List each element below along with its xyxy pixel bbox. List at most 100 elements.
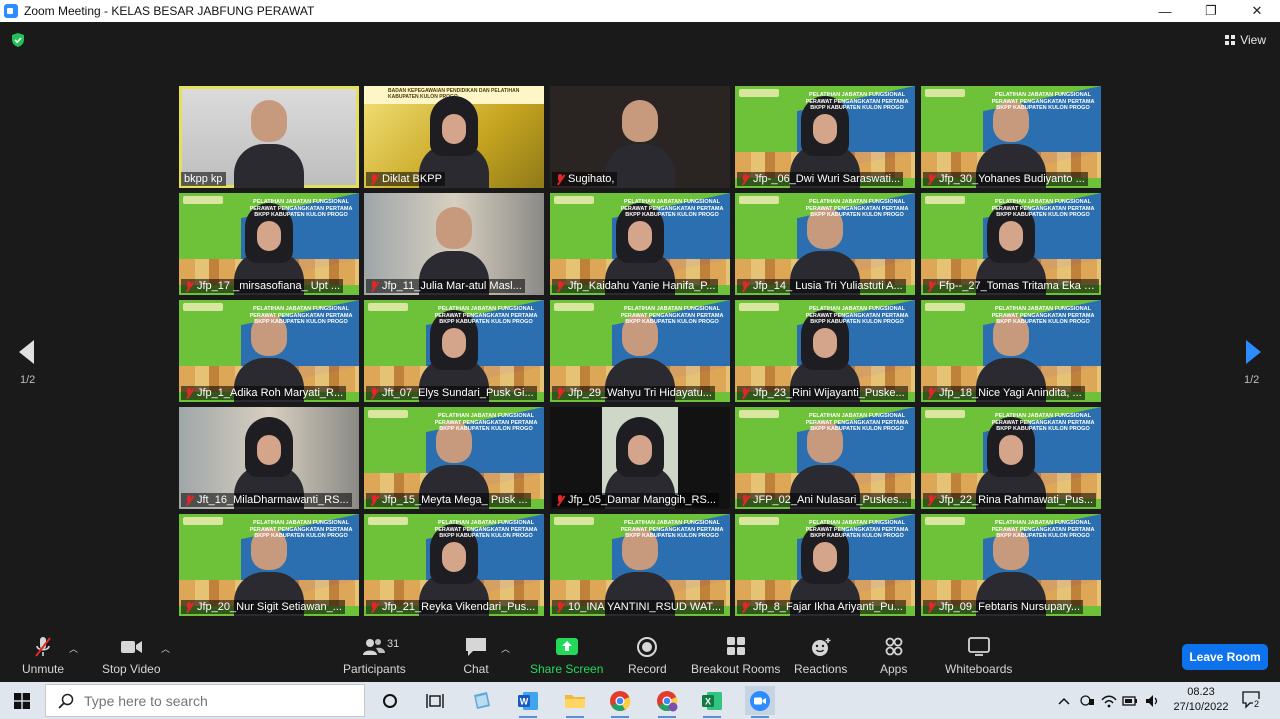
- search-icon: [58, 693, 74, 709]
- show-hidden-icons-chevron-icon[interactable]: [1056, 693, 1072, 709]
- participant-name-tag: Ffp--_27_Tomas Tritama Eka B...: [923, 279, 1099, 293]
- volume-icon[interactable]: [1144, 693, 1160, 709]
- notifications-button[interactable]: 2: [1242, 691, 1262, 709]
- grid-view-icon: [1225, 35, 1236, 45]
- mic-muted-icon: [369, 173, 379, 185]
- event-logo: [368, 410, 408, 418]
- record-button[interactable]: Record: [628, 636, 667, 676]
- banner-text: PELATIHAN JABATAN FUNGSIONAL PERAWAT PEN…: [434, 306, 538, 325]
- share-screen-button[interactable]: Share Screen: [530, 636, 603, 676]
- video-tile[interactable]: Jfp_09_Febtaris Nursupary... PELATIHAN JA…: [921, 514, 1101, 616]
- view-button[interactable]: View: [1225, 33, 1266, 47]
- banner-text: PELATIHAN JABATAN FUNGSIONAL PERAWAT PEN…: [249, 306, 353, 325]
- video-tile[interactable]: bkpp kp: [179, 86, 359, 188]
- video-tile[interactable]: Jfp_23_Rini Wijayanti_Puske... PELATIHAN …: [735, 300, 915, 402]
- participant-name-tag: bkpp kp: [181, 172, 226, 186]
- search-input[interactable]: [84, 692, 344, 709]
- task-view-button[interactable]: [420, 686, 450, 715]
- video-tile[interactable]: Jft_16_MilaDharmawanti_RS...: [179, 407, 359, 509]
- video-tile[interactable]: Jfp_05_Damar Manggih_RS...: [550, 407, 730, 509]
- encryption-shield-icon[interactable]: [11, 33, 25, 47]
- event-logo: [739, 196, 779, 204]
- participant-name: bkpp kp: [184, 173, 223, 185]
- video-options-caret-icon[interactable]: ︿: [161, 642, 170, 655]
- taskbar-app-chrome[interactable]: [605, 686, 635, 718]
- video-tile[interactable]: 10_INA YANTINI_RSUD WAT... PELATIHAN JABA…: [550, 514, 730, 616]
- banner-text: PELATIHAN JABATAN FUNGSIONAL PERAWAT PEN…: [805, 306, 909, 325]
- mic-muted-icon: [740, 280, 750, 292]
- taskbar-app-word[interactable]: W: [513, 686, 543, 718]
- unmute-button[interactable]: Unmute: [22, 636, 64, 676]
- event-logo: [183, 517, 223, 525]
- video-tile[interactable]: JFP_02_Ani Nulasari_Puskes... PELATIHAN J…: [735, 407, 915, 509]
- video-tile[interactable]: Jfp_22_Rina Rahmawati_Pus... PELATIHAN JA…: [921, 407, 1101, 509]
- reactions-button[interactable]: Reactions: [794, 636, 847, 676]
- svg-text:X: X: [705, 696, 711, 706]
- video-camera-icon: [121, 641, 143, 653]
- video-tile[interactable]: Jfp_Kaidahu Yanie Hanifa_P... PELATIHAN J…: [550, 193, 730, 295]
- stop-video-button[interactable]: Stop Video: [102, 636, 161, 676]
- taskbar-app-file-explorer[interactable]: [560, 686, 590, 718]
- video-tile[interactable]: Jfp_29_Wahyu Tri Hidayatu... PELATIHAN JA…: [550, 300, 730, 402]
- video-tile[interactable]: Jfp_15_Meyta Mega_ Pusk ... PELATIHAN JAB…: [364, 407, 544, 509]
- cortana-button[interactable]: [375, 686, 405, 715]
- wifi-icon[interactable]: [1101, 693, 1117, 709]
- participant-name-tag: Jfp_29_Wahyu Tri Hidayatu...: [552, 386, 715, 400]
- participant-name-tag: Jfp_05_Damar Manggih_RS...: [552, 493, 719, 507]
- taskbar-app-chrome-profile[interactable]: [652, 686, 682, 718]
- leave-room-button[interactable]: Leave Room: [1182, 644, 1268, 670]
- participant-name-tag: Jfp_14_ Lusia Tri Yuliastuti A...: [737, 279, 906, 293]
- close-button[interactable]: ✕: [1234, 0, 1280, 22]
- participant-name: Jfp_21_Reyka Vikendari_Pus...: [382, 601, 536, 613]
- participant-name: Jfp_23_Rini Wijayanti_Puske...: [753, 387, 905, 399]
- previous-page-arrow-icon[interactable]: [16, 338, 36, 366]
- video-tile[interactable]: Jfp_11_Julia Mar-atul Masl...: [364, 193, 544, 295]
- battery-icon[interactable]: [1122, 693, 1138, 709]
- participants-count: 31: [387, 638, 400, 650]
- video-tile[interactable]: Jfp_1_Adika Roh Maryati_R... PELATIHAN JA…: [179, 300, 359, 402]
- windows-taskbar: W: [0, 682, 1280, 719]
- participant-name: Jfp_05_Damar Manggih_RS...: [568, 494, 716, 506]
- mic-muted-icon: [369, 601, 379, 613]
- breakout-rooms-button[interactable]: Breakout Rooms: [691, 636, 780, 676]
- minimize-button[interactable]: —: [1142, 0, 1188, 22]
- taskbar-clock[interactable]: 08.23 27/10/2022: [1168, 685, 1234, 715]
- video-tile[interactable]: Jfp_17 _mirsasofiana_ Upt ... PELATIHAN J…: [179, 193, 359, 295]
- participant-name-tag: Jfp-_06_Dwi Wuri Saraswati...: [737, 172, 904, 186]
- apps-icon: [885, 637, 903, 656]
- video-tile[interactable]: BADAN KEPEGAWAIAN PENDIDIKAN DAN PELATIH…: [364, 86, 544, 188]
- restore-button[interactable]: ❐: [1188, 0, 1234, 22]
- video-tile[interactable]: Jfp_21_Reyka Vikendari_Pus... PELATIHAN J…: [364, 514, 544, 616]
- chat-options-caret-icon[interactable]: ︿: [501, 642, 510, 655]
- event-logo: [739, 410, 779, 418]
- mic-muted-icon: [926, 494, 936, 506]
- video-tile[interactable]: Jft_07_Elys Sundari_Pusk Gi... PELATIHAN …: [364, 300, 544, 402]
- event-logo: [183, 196, 223, 204]
- video-tile[interactable]: Jfp_14_ Lusia Tri Yuliastuti A... PELATIH…: [735, 193, 915, 295]
- apps-button[interactable]: Apps: [880, 636, 907, 676]
- next-page-arrow-icon[interactable]: [1244, 338, 1264, 366]
- meet-now-icon[interactable]: [1079, 693, 1095, 709]
- audio-options-caret-icon[interactable]: ︿: [69, 642, 78, 655]
- mic-muted-icon: [369, 387, 379, 399]
- video-tile[interactable]: Jfp-_06_Dwi Wuri Saraswati... PELATIHAN J…: [735, 86, 915, 188]
- video-tile[interactable]: Ffp--_27_Tomas Tritama Eka B... PELATIHAN…: [921, 193, 1101, 295]
- taskbar-search-box[interactable]: [45, 684, 365, 717]
- video-tile[interactable]: Jfp_8_Fajar Ikha Ariyanti_Pu... PELATIHAN…: [735, 514, 915, 616]
- taskbar-app-onenote[interactable]: [467, 686, 497, 715]
- video-tile[interactable]: Jfp_30_Yohanes Budiyanto ... PELATIHAN JA…: [921, 86, 1101, 188]
- chat-button[interactable]: Chat: [463, 636, 489, 676]
- video-tile[interactable]: Jfp_20_Nur Sigit Setiawan_... PELATIHAN J…: [179, 514, 359, 616]
- share-screen-icon: [555, 638, 578, 655]
- participant-name: Jfp_Kaidahu Yanie Hanifa_P...: [568, 280, 716, 292]
- event-logo: [925, 303, 965, 311]
- participant-name: Sugihato,: [568, 173, 615, 185]
- unmute-label: Unmute: [22, 662, 65, 676]
- start-button[interactable]: [0, 682, 44, 719]
- whiteboards-button[interactable]: Whiteboards: [945, 636, 1012, 676]
- taskbar-app-zoom[interactable]: [745, 686, 775, 718]
- banner-text: PELATIHAN JABATAN FUNGSIONAL PERAWAT PEN…: [805, 199, 909, 218]
- taskbar-app-excel[interactable]: X: [697, 686, 727, 718]
- video-tile[interactable]: Sugihato,: [550, 86, 730, 188]
- video-tile[interactable]: Jfp_18_Nice Yagi Anindita, ... PELATIHAN …: [921, 300, 1101, 402]
